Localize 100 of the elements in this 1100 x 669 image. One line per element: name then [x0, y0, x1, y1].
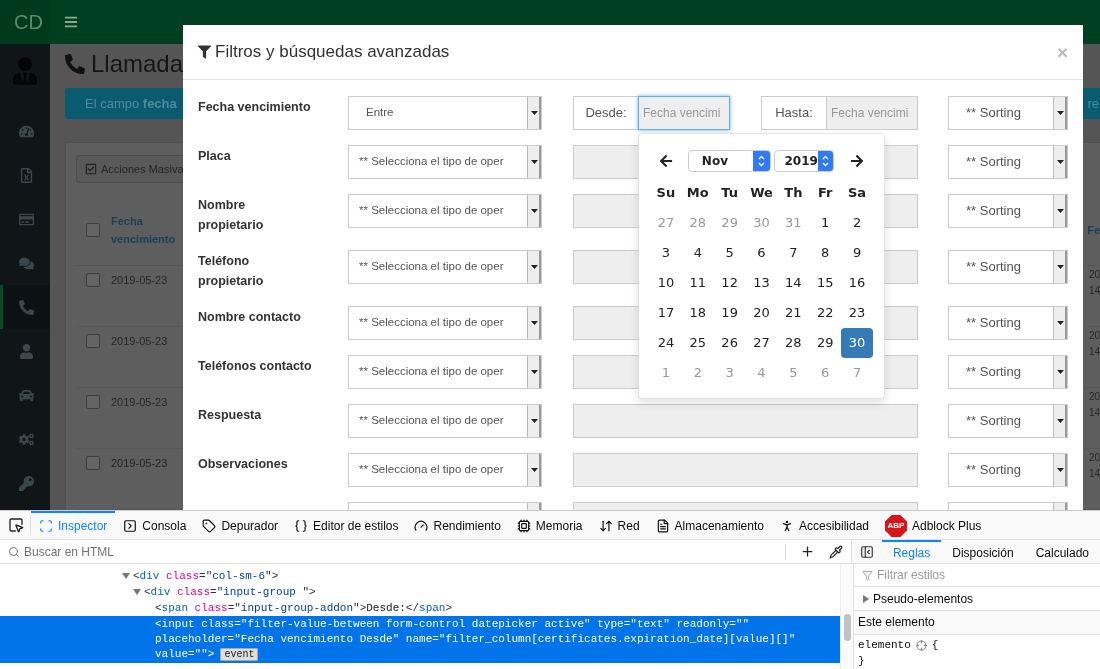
html-node[interactable]: <div class="input-group "> [144, 583, 316, 601]
calendar-day[interactable]: 4 [681, 238, 714, 268]
calendar-day[interactable]: 18 [681, 298, 714, 328]
calendar-day[interactable]: 25 [681, 328, 714, 358]
next-month-icon[interactable] [850, 154, 865, 168]
devtools-tab[interactable]: Consola [115, 510, 195, 540]
dashboard-icon [19, 123, 34, 139]
scrollbar[interactable] [840, 564, 853, 669]
caret-icon [1057, 468, 1064, 472]
calendar-day[interactable]: 26 [713, 328, 746, 358]
caret-icon [531, 370, 538, 374]
previous-month-icon[interactable] [658, 154, 673, 168]
inspector-icon [39, 519, 53, 533]
calendar-day[interactable]: 19 [713, 298, 746, 328]
calendar-day[interactable]: 11 [681, 268, 714, 298]
calendar-day[interactable]: 16 [841, 268, 873, 298]
add-icon[interactable] [799, 544, 815, 559]
html-search-field[interactable]: Buscar en HTML [24, 542, 324, 561]
sidebar-tab[interactable]: Reglas [881, 539, 942, 564]
month-select[interactable]: Nov [687, 150, 772, 172]
eyedropper-icon[interactable] [828, 544, 843, 559]
calendar-day[interactable]: 15 [809, 268, 842, 298]
pseudo-elements-toggle[interactable]: Pseudo-elementos [854, 587, 1100, 611]
spinner-arrows-icon[interactable] [758, 155, 766, 167]
event-badge[interactable]: event [220, 648, 259, 661]
calendar-day[interactable]: 29 [809, 328, 842, 358]
date-field[interactable]: Fecha vencimi [638, 96, 730, 130]
sorting-select[interactable]: ** Sorting [948, 96, 1068, 130]
calendar-day[interactable]: 21 [777, 298, 810, 328]
spinner-arrows-icon[interactable] [822, 155, 829, 167]
devtools-tab[interactable]: Rendimiento [406, 510, 509, 540]
html-node[interactable]: <div class="col-sm-6"> [133, 567, 279, 585]
filter-label: Teléfonos contacto [198, 358, 313, 375]
date-field[interactable]: Fecha vencimi [826, 96, 918, 130]
calendar-day[interactable]: 6 [745, 238, 778, 268]
field-label: Desde: [573, 96, 638, 130]
calendar-day[interactable]: 7 [777, 238, 810, 268]
calendar-day[interactable]: 27 [745, 328, 778, 358]
chip-icon [516, 519, 531, 533]
calendar-day[interactable]: 2 [841, 208, 873, 238]
calendar-day[interactable]: 17 [650, 298, 682, 328]
year-select[interactable]: 2019 [774, 150, 835, 172]
html-node[interactable]: <input class="filter-value-between form-control datepicker active" type="text" readonly="" placeholder="Fecha vencimiento Desde" name="filter_column[certificates.expiration_date][value][]" value=""> event [0, 616, 840, 663]
html-node[interactable]: <span class="input-group-addon">Desde:</span> [155, 599, 453, 617]
devtools-tab[interactable]: Depurador [194, 510, 287, 540]
calendar-day[interactable]: 24 [650, 328, 682, 358]
calendar-day[interactable]: 1 [809, 208, 842, 238]
checkbox[interactable] [86, 223, 100, 237]
style-filter-field[interactable]: Filtrar estilos [877, 566, 1077, 585]
notice-text: re [1087, 94, 1100, 113]
expand-arrow-icon[interactable] [133, 588, 141, 596]
operator-select[interactable]: Entre [348, 96, 542, 130]
calendar-day[interactable]: 30 [841, 328, 873, 358]
caret-icon [531, 468, 538, 472]
sidebar-item[interactable] [0, 285, 50, 329]
checkbox[interactable] [86, 456, 100, 471]
filter-label: Fecha vencimiento [198, 99, 312, 116]
weekday-label: Tu [720, 184, 739, 203]
checkbox-icon [85, 163, 97, 175]
calendar-day[interactable]: 10 [650, 268, 682, 298]
console-icon [123, 519, 138, 533]
calendar-day[interactable]: 22 [809, 298, 842, 328]
sidebar-tab[interactable]: Calculado [1024, 539, 1100, 564]
calendar-day[interactable]: 9 [841, 238, 873, 268]
menu-icon[interactable] [64, 15, 78, 29]
caret-icon [531, 265, 538, 269]
devtools-tab[interactable]: Almacenamiento [647, 510, 772, 540]
table-cell-text: 2019-05-23 [111, 273, 168, 288]
filter-label: Observaciones [198, 456, 289, 473]
devtools-tab[interactable]: Red [590, 510, 648, 540]
devtools-tab[interactable]: Editor de estilos [286, 510, 407, 540]
devtools-tab[interactable]: Memoria [508, 510, 591, 540]
rule-brace: } [858, 655, 865, 667]
caret-icon [1057, 419, 1064, 423]
devtools-tab[interactable]: Inspector [31, 510, 116, 540]
calendar-day[interactable]: 8 [809, 238, 842, 268]
calendar-day[interactable]: 20 [745, 298, 778, 328]
checkbox[interactable] [86, 334, 100, 349]
crosshair-icon[interactable] [915, 639, 927, 651]
calendar-day[interactable]: 3 [650, 238, 682, 268]
calendar-day[interactable]: 14 [777, 268, 810, 298]
weekday-label: Th [783, 184, 804, 203]
caret-icon [531, 111, 538, 115]
weekday-label: Mo [685, 184, 710, 203]
devtools-tab[interactable]: Accesibilidad [771, 510, 877, 540]
section-header: Este elemento [854, 610, 1100, 635]
calendar-day[interactable]: 28 [777, 328, 810, 358]
expand-arrow-icon[interactable] [122, 572, 130, 580]
calendar-day[interactable]: 13 [745, 268, 778, 298]
filter-label: Nombre contacto [198, 309, 302, 326]
calendar-day[interactable]: 12 [713, 268, 746, 298]
calendar-day[interactable]: 23 [841, 298, 873, 328]
checkbox[interactable] [86, 395, 100, 410]
sidebar-tab[interactable]: Disposición [941, 539, 1025, 564]
devtools-tab[interactable]: ABP Adblock Plus [877, 510, 990, 540]
calendar-day[interactable]: 5 [713, 238, 746, 268]
element-picker-icon[interactable] [8, 517, 24, 533]
panel-toggle-icon[interactable] [859, 544, 874, 559]
caret-icon [531, 209, 538, 213]
checkbox[interactable] [86, 273, 100, 288]
